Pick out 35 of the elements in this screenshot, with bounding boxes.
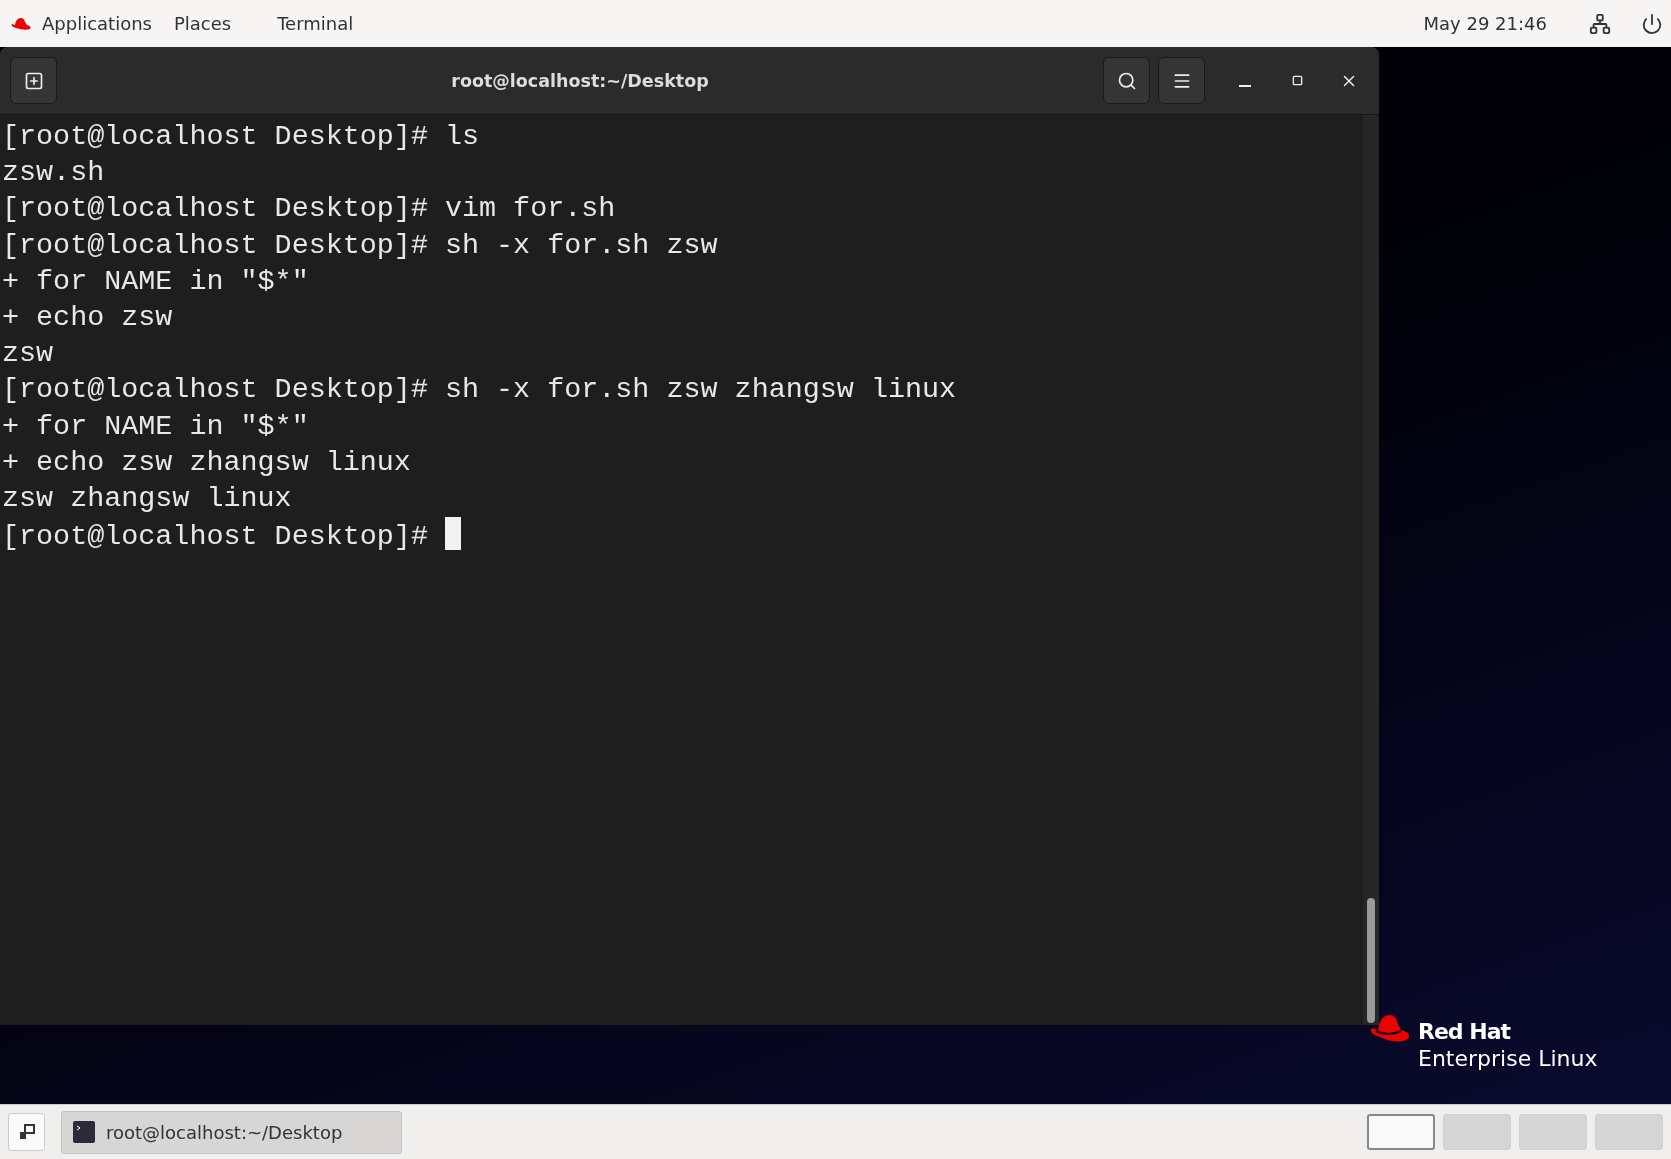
show-desktop-button[interactable] xyxy=(8,1113,45,1151)
maximize-icon xyxy=(1291,75,1303,86)
scrollbar-thumb[interactable] xyxy=(1367,898,1375,1023)
terminal-line: + echo zsw zhangsw linux xyxy=(2,444,412,481)
new-tab-icon xyxy=(23,70,44,91)
window-title: root@localhost:~/Desktop xyxy=(450,70,710,91)
terminal-line: + echo zsw xyxy=(2,300,174,336)
search-button[interactable] xyxy=(1103,57,1150,104)
terminal-line: [root@localhost Desktop]# sh -x for.sh zsw xyxy=(2,227,719,264)
clock[interactable]: May 29 21:46 xyxy=(1423,13,1547,34)
terminal-line: zsw.sh xyxy=(2,155,106,192)
terminal-line: + for NAME in "$*" xyxy=(2,408,310,445)
search-icon xyxy=(1116,70,1137,91)
menu-item[interactable]: Terminal xyxy=(277,13,354,34)
hat-icon xyxy=(10,15,32,32)
power-icon[interactable] xyxy=(1641,12,1663,35)
network-icon[interactable] xyxy=(1589,12,1611,35)
windows-icon xyxy=(17,1123,36,1141)
terminal-icon xyxy=(72,1120,96,1144)
menu-button[interactable] xyxy=(1158,57,1205,104)
terminal-line: [root@localhost Desktop]# ls xyxy=(2,119,481,155)
menu-item[interactable]: Applications xyxy=(42,13,152,34)
minimize-icon xyxy=(1239,84,1251,87)
terminal-line: [root@localhost Desktop]# sh -x for.sh zsw zhangsw linux xyxy=(2,372,958,409)
terminal-prompt: [root@localhost Desktop]# xyxy=(2,520,428,554)
menu-item[interactable]: Places xyxy=(173,13,232,34)
new-tab-button[interactable] xyxy=(10,57,57,104)
logo-subtitle: Enterprise Linux xyxy=(1418,1045,1598,1072)
terminal-line: zsw xyxy=(2,336,55,373)
workspace-button[interactable] xyxy=(1367,1114,1435,1150)
terminal-line: [root@localhost Desktop]# vim for.sh xyxy=(2,191,617,228)
terminal-line: + for NAME in "$*" xyxy=(2,263,310,300)
logo-text: Red Hat xyxy=(1418,1018,1512,1045)
terminal-line: zsw zhangsw linux xyxy=(2,481,293,518)
taskbar-window-button[interactable]: root@localhost:~/Desktop xyxy=(61,1110,402,1154)
